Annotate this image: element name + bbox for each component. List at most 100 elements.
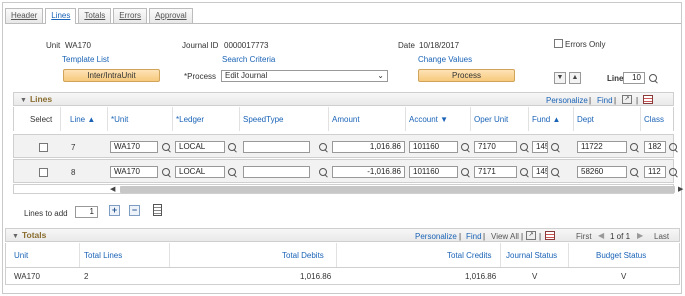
find-link[interactable]: Find [466, 232, 482, 241]
totals-grid-title[interactable]: ▼ Totals [12, 230, 46, 240]
lines-grid-title[interactable]: ▼ Lines [20, 94, 52, 104]
oper-unit-field[interactable]: 7170 [474, 141, 517, 153]
change-values-link[interactable]: Change Values [418, 55, 472, 64]
fund-field[interactable]: 145 [532, 141, 548, 153]
expand-up-icon[interactable]: ▲ [569, 72, 581, 84]
budget-status-link[interactable]: V [621, 272, 626, 281]
tab-approval[interactable]: Approval [149, 8, 193, 23]
col-class[interactable]: Class [644, 115, 664, 124]
col-dept[interactable]: Dept [577, 115, 594, 124]
col-total-debits[interactable]: Total Debits [282, 251, 324, 260]
collapse-down-icon[interactable]: ▼ [554, 72, 566, 84]
add-row-icon[interactable]: + [109, 205, 120, 216]
next-icon[interactable]: ▶ [637, 231, 643, 240]
class-field[interactable]: 182 [644, 141, 666, 153]
dept-field[interactable]: 58260 [577, 166, 627, 178]
col-account[interactable]: Account ▼ [409, 115, 448, 124]
dept-field[interactable]: 11722 [577, 141, 627, 153]
col-total-credits[interactable]: Total Credits [447, 251, 491, 260]
personalize-link[interactable]: Personalize [415, 232, 457, 241]
search-icon[interactable] [319, 143, 328, 152]
col-speedtype[interactable]: SpeedType [243, 115, 283, 124]
search-icon[interactable] [228, 168, 237, 177]
journal-status-link[interactable]: V [532, 272, 537, 281]
oper-unit-field[interactable]: 7171 [474, 166, 517, 178]
search-icon[interactable] [162, 168, 171, 177]
ledger-field[interactable]: LOCAL [175, 166, 225, 178]
process-select[interactable]: Edit Journal ⌄ [221, 70, 388, 82]
col-line[interactable]: Line ▲ [70, 115, 95, 124]
last-link[interactable]: Last [654, 232, 669, 241]
search-icon[interactable] [319, 168, 328, 177]
scroll-left-icon[interactable]: ◀ [110, 185, 115, 193]
lines-to-add-field[interactable]: 1 [75, 206, 98, 218]
tab-errors[interactable]: Errors [113, 8, 148, 23]
col-unit[interactable]: *Unit [111, 115, 128, 124]
search-icon[interactable] [551, 143, 560, 152]
view-all-link[interactable]: View All [491, 232, 519, 241]
col-fund[interactable]: Fund ▲ [532, 115, 560, 124]
col-budget-status[interactable]: Budget Status [596, 251, 646, 260]
speedtype-field[interactable] [243, 141, 310, 153]
line-cell: 8 [71, 168, 76, 177]
totals-grid-column-headers: Unit Total Lines Total Debits Total Cred… [5, 243, 680, 267]
delete-row-icon[interactable]: − [129, 205, 140, 216]
first-link[interactable]: First [576, 232, 592, 241]
account-field[interactable]: 101160 [409, 141, 458, 153]
ledger-field[interactable]: LOCAL [175, 141, 225, 153]
view-in-new-window-icon[interactable]: ↗ [526, 231, 536, 240]
unit-field[interactable]: WA170 [110, 141, 158, 153]
unit-label: Unit [46, 41, 61, 50]
amount-field[interactable]: 1,016.86 [332, 141, 405, 153]
total-lines-cell: 2 [84, 272, 89, 281]
view-in-new-window-icon[interactable]: ↗ [622, 95, 632, 104]
search-icon[interactable] [669, 168, 678, 177]
tab-totals[interactable]: Totals [78, 8, 112, 23]
template-list-link[interactable]: Template List [62, 55, 109, 64]
col-ledger[interactable]: *Ledger [176, 115, 204, 124]
col-total-lines[interactable]: Total Lines [84, 251, 122, 260]
search-icon[interactable] [162, 143, 171, 152]
search-icon[interactable] [649, 74, 658, 83]
inter-intra-unit-button[interactable]: Inter/IntraUnit [63, 69, 160, 82]
totals-grid-header: ▼ Totals Personalize | Find | View All | … [5, 228, 680, 242]
search-icon[interactable] [520, 143, 529, 152]
search-icon[interactable] [461, 168, 470, 177]
col-oper-unit[interactable]: Oper Unit [474, 115, 508, 124]
search-icon[interactable] [669, 143, 678, 152]
horizontal-scrollbar[interactable]: ◀ ▶ [13, 184, 683, 194]
col-unit[interactable]: Unit [14, 251, 28, 260]
search-icon[interactable] [630, 143, 639, 152]
line-number-field[interactable]: 10 [623, 72, 645, 84]
previous-icon[interactable]: ◀ [598, 231, 604, 240]
select-checkbox[interactable] [39, 168, 48, 177]
find-link[interactable]: Find [597, 96, 613, 105]
download-spreadsheet-icon[interactable] [643, 95, 653, 104]
download-spreadsheet-icon[interactable] [545, 231, 555, 240]
errors-only-checkbox[interactable] [554, 39, 563, 48]
search-icon[interactable] [551, 168, 560, 177]
tab-lines[interactable]: Lines [45, 8, 77, 24]
amount-field[interactable]: -1,016.86 [332, 166, 405, 178]
search-icon[interactable] [520, 168, 529, 177]
search-icon[interactable] [630, 168, 639, 177]
collapse-triangle-icon: ▼ [12, 233, 19, 240]
class-field[interactable]: 112 [644, 166, 666, 178]
col-journal-status[interactable]: Journal Status [506, 251, 557, 260]
search-criteria-link[interactable]: Search Criteria [222, 55, 275, 64]
chevron-down-icon: ⌄ [377, 71, 384, 80]
search-icon[interactable] [228, 143, 237, 152]
account-field[interactable]: 101160 [409, 166, 458, 178]
scroll-right-icon[interactable]: ▶ [678, 185, 683, 193]
process-button[interactable]: Process [418, 69, 515, 82]
calculator-icon[interactable] [153, 204, 162, 216]
tab-header[interactable]: Header [5, 8, 44, 23]
scrollbar-thumb[interactable] [120, 186, 675, 193]
unit-field[interactable]: WA170 [110, 166, 158, 178]
col-amount[interactable]: Amount [332, 115, 360, 124]
fund-field[interactable]: 145 [532, 166, 548, 178]
search-icon[interactable] [461, 143, 470, 152]
speedtype-field[interactable] [243, 166, 310, 178]
select-checkbox[interactable] [39, 143, 48, 152]
personalize-link[interactable]: Personalize [546, 96, 588, 105]
